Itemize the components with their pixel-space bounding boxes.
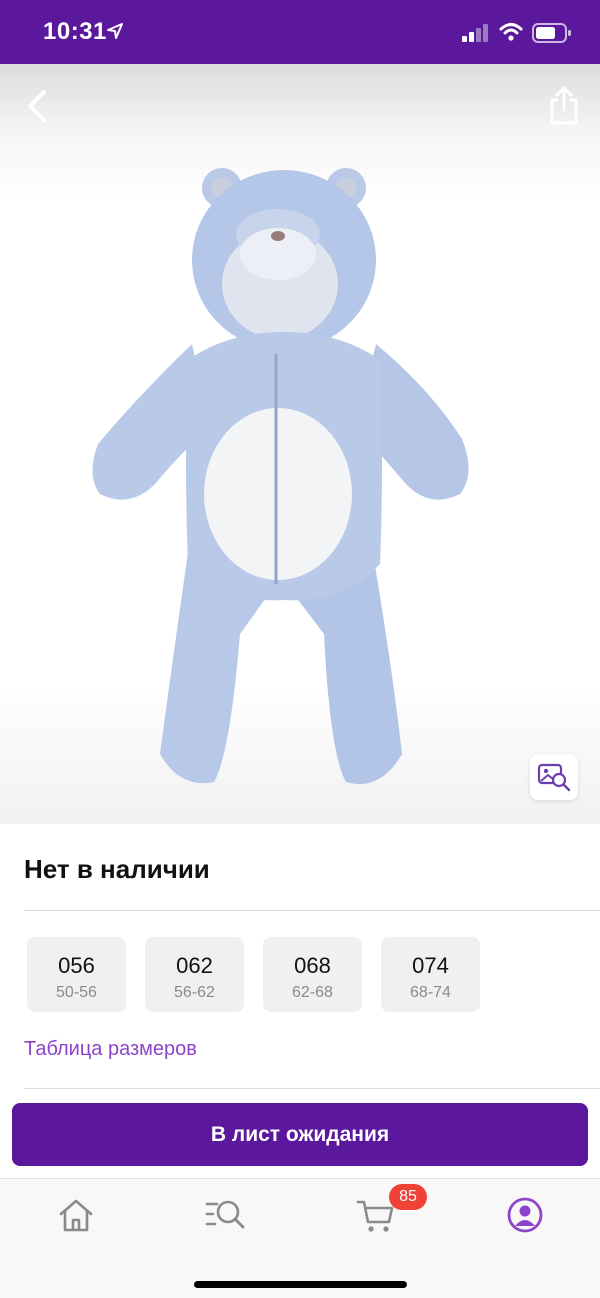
size-selector: 056 50-56 062 56-62 068 62-68 074 68-74 xyxy=(27,937,480,1012)
home-icon[interactable] xyxy=(56,1195,96,1235)
product-gallery[interactable] xyxy=(0,64,600,824)
stock-status: Нет в наличии xyxy=(24,854,210,884)
wait-list-button[interactable]: В лист ожидания xyxy=(12,1103,588,1166)
cart-badge: 85 xyxy=(389,1184,427,1210)
size-range: 68-74 xyxy=(410,984,451,1001)
status-bar: 10:31 xyxy=(0,0,600,64)
size-code: 074 xyxy=(412,953,449,978)
wifi-icon xyxy=(499,23,523,41)
profile-icon[interactable] xyxy=(505,1195,545,1235)
share-icon[interactable] xyxy=(544,84,584,128)
image-search-button[interactable] xyxy=(530,754,578,800)
size-code: 068 xyxy=(294,953,331,978)
image-search-icon xyxy=(537,763,571,792)
product-image xyxy=(92,168,469,785)
size-code: 062 xyxy=(176,953,213,978)
size-option-074[interactable]: 074 68-74 xyxy=(381,937,480,1012)
status-time: 10:31 xyxy=(43,18,107,45)
tab-bar: 85 xyxy=(0,1178,600,1298)
cellular-signal-icon xyxy=(462,24,488,42)
size-range: 62-68 xyxy=(292,984,333,1001)
size-option-068[interactable]: 068 62-68 xyxy=(263,937,362,1012)
size-range: 50-56 xyxy=(56,984,97,1001)
divider xyxy=(24,910,600,911)
battery-icon xyxy=(532,23,571,43)
size-range: 56-62 xyxy=(174,984,215,1001)
catalog-search-icon[interactable] xyxy=(205,1195,245,1235)
size-code: 056 xyxy=(58,953,95,978)
size-table-link[interactable]: Таблица размеров xyxy=(24,1038,197,1061)
size-option-062[interactable]: 062 56-62 xyxy=(145,937,244,1012)
size-option-056[interactable]: 056 50-56 xyxy=(27,937,126,1012)
divider xyxy=(24,1088,600,1089)
location-arrow-icon xyxy=(107,23,123,39)
back-arrow-icon[interactable] xyxy=(20,86,56,126)
home-indicator xyxy=(194,1281,407,1288)
